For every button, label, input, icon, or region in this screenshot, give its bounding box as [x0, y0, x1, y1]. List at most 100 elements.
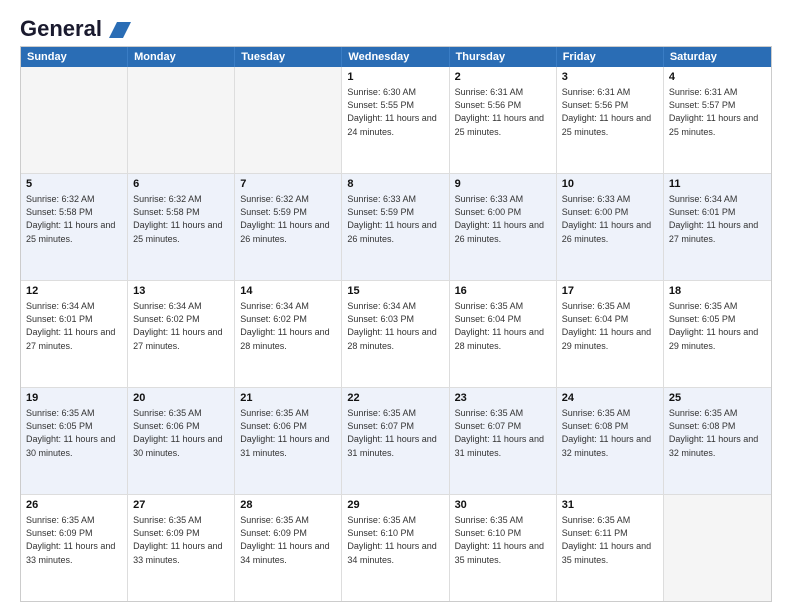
header: General [20, 18, 772, 38]
calendar: SundayMondayTuesdayWednesdayThursdayFrid… [20, 46, 772, 602]
page: General SundayMondayTuesdayWednesdayThur… [0, 0, 792, 612]
calendar-cell: 25 Sunrise: 6:35 AM Sunset: 6:08 PM Dayli… [664, 388, 771, 494]
calendar-cell: 5 Sunrise: 6:32 AM Sunset: 5:58 PM Daylig… [21, 174, 128, 280]
calendar-cell: 8 Sunrise: 6:33 AM Sunset: 5:59 PM Daylig… [342, 174, 449, 280]
day-number: 18 [669, 284, 766, 299]
cell-info: Sunrise: 6:34 AM Sunset: 6:01 PM Dayligh… [26, 301, 115, 350]
cell-info: Sunrise: 6:35 AM Sunset: 6:10 PM Dayligh… [347, 515, 436, 564]
day-number: 31 [562, 498, 658, 513]
day-number: 30 [455, 498, 551, 513]
cell-info: Sunrise: 6:35 AM Sunset: 6:10 PM Dayligh… [455, 515, 544, 564]
logo-icon [109, 22, 131, 38]
day-number: 11 [669, 177, 766, 192]
day-number: 27 [133, 498, 229, 513]
day-number: 3 [562, 70, 658, 85]
cell-info: Sunrise: 6:35 AM Sunset: 6:08 PM Dayligh… [669, 408, 758, 457]
calendar-cell: 26 Sunrise: 6:35 AM Sunset: 6:09 PM Dayli… [21, 495, 128, 601]
calendar-cell: 14Sunrise: 6:34 AM Sunset: 6:02 PM Dayli… [235, 281, 342, 387]
cell-info: Sunrise: 6:35 AM Sunset: 6:04 PM Dayligh… [562, 301, 651, 350]
day-number: 15 [347, 284, 443, 299]
day-number: 8 [347, 177, 443, 192]
calendar-cell: 3 Sunrise: 6:31 AM Sunset: 5:56 PM Daylig… [557, 67, 664, 173]
calendar-cell: 20Sunrise: 6:35 AM Sunset: 6:06 PM Dayli… [128, 388, 235, 494]
calendar-row-2: 12 Sunrise: 6:34 AM Sunset: 6:01 PM Dayli… [21, 280, 771, 387]
weekday-header-wednesday: Wednesday [342, 47, 449, 67]
calendar-body: 1 Sunrise: 6:30 AM Sunset: 5:55 PM Daylig… [21, 67, 771, 601]
calendar-cell: 10 Sunrise: 6:33 AM Sunset: 6:00 PM Dayli… [557, 174, 664, 280]
calendar-cell: 22 Sunrise: 6:35 AM Sunset: 6:07 PM Dayli… [342, 388, 449, 494]
cell-info: Sunrise: 6:35 AM Sunset: 6:07 PM Dayligh… [347, 408, 436, 457]
calendar-cell: 12 Sunrise: 6:34 AM Sunset: 6:01 PM Dayli… [21, 281, 128, 387]
day-number: 24 [562, 391, 658, 406]
cell-info: Sunrise: 6:34 AM Sunset: 6:02 PM Dayligh… [240, 301, 329, 350]
day-number: 13 [133, 284, 229, 299]
cell-info: Sunrise: 6:35 AM Sunset: 6:04 PM Dayligh… [455, 301, 544, 350]
calendar-cell [235, 67, 342, 173]
cell-info: Sunrise: 6:30 AM Sunset: 5:55 PM Dayligh… [347, 87, 436, 136]
calendar-row-4: 26 Sunrise: 6:35 AM Sunset: 6:09 PM Dayli… [21, 494, 771, 601]
cell-info: Sunrise: 6:35 AM Sunset: 6:07 PM Dayligh… [455, 408, 544, 457]
calendar-row-3: 19 Sunrise: 6:35 AM Sunset: 6:05 PM Dayli… [21, 387, 771, 494]
calendar-cell: 16 Sunrise: 6:35 AM Sunset: 6:04 PM Dayli… [450, 281, 557, 387]
day-number: 1 [347, 70, 443, 85]
weekday-header-tuesday: Tuesday [235, 47, 342, 67]
weekday-header-thursday: Thursday [450, 47, 557, 67]
calendar-cell: 17 Sunrise: 6:35 AM Sunset: 6:04 PM Dayli… [557, 281, 664, 387]
calendar-cell: 19 Sunrise: 6:35 AM Sunset: 6:05 PM Dayli… [21, 388, 128, 494]
logo-text: General [20, 18, 132, 40]
day-number: 6 [133, 177, 229, 192]
cell-info: Sunrise: 6:32 AM Sunset: 5:58 PM Dayligh… [26, 194, 115, 243]
calendar-cell: 9 Sunrise: 6:33 AM Sunset: 6:00 PM Daylig… [450, 174, 557, 280]
calendar-cell: 7 Sunrise: 6:32 AM Sunset: 5:59 PM Daylig… [235, 174, 342, 280]
day-number: 9 [455, 177, 551, 192]
day-number: 17 [562, 284, 658, 299]
calendar-cell: 6 Sunrise: 6:32 AM Sunset: 5:58 PM Daylig… [128, 174, 235, 280]
cell-info: Sunrise: 6:33 AM Sunset: 6:00 PM Dayligh… [562, 194, 651, 243]
calendar-cell: 27 Sunrise: 6:35 AM Sunset: 6:09 PM Dayli… [128, 495, 235, 601]
day-number: 25 [669, 391, 766, 406]
cell-info: Sunrise: 6:35 AM Sunset: 6:05 PM Dayligh… [26, 408, 115, 457]
cell-info: Sunrise: 6:35 AM Sunset: 6:05 PM Dayligh… [669, 301, 758, 350]
cell-info: Sunrise: 6:34 AM Sunset: 6:01 PM Dayligh… [669, 194, 758, 243]
day-number: 12 [26, 284, 122, 299]
cell-info: Sunrise: 6:32 AM Sunset: 5:58 PM Dayligh… [133, 194, 222, 243]
weekday-header-saturday: Saturday [664, 47, 771, 67]
calendar-cell [664, 495, 771, 601]
cell-info: Sunrise: 6:35 AM Sunset: 6:11 PM Dayligh… [562, 515, 651, 564]
cell-info: Sunrise: 6:33 AM Sunset: 6:00 PM Dayligh… [455, 194, 544, 243]
calendar-header: SundayMondayTuesdayWednesdayThursdayFrid… [21, 47, 771, 67]
day-number: 23 [455, 391, 551, 406]
day-number: 7 [240, 177, 336, 192]
day-number: 28 [240, 498, 336, 513]
calendar-cell: 30 Sunrise: 6:35 AM Sunset: 6:10 PM Dayli… [450, 495, 557, 601]
day-number: 19 [26, 391, 122, 406]
calendar-cell: 21Sunrise: 6:35 AM Sunset: 6:06 PM Dayli… [235, 388, 342, 494]
calendar-cell [128, 67, 235, 173]
day-number: 16 [455, 284, 551, 299]
weekday-header-friday: Friday [557, 47, 664, 67]
cell-info: Sunrise: 6:34 AM Sunset: 6:02 PM Dayligh… [133, 301, 222, 350]
calendar-cell: 2 Sunrise: 6:31 AM Sunset: 5:56 PM Daylig… [450, 67, 557, 173]
day-number: 5 [26, 177, 122, 192]
cell-info: Sunrise: 6:35 AM Sunset: 6:09 PM Dayligh… [26, 515, 115, 564]
calendar-cell: 29 Sunrise: 6:35 AM Sunset: 6:10 PM Dayli… [342, 495, 449, 601]
cell-info: Sunrise: 6:35 AM Sunset: 6:09 PM Dayligh… [133, 515, 222, 564]
day-number: 26 [26, 498, 122, 513]
day-number: 10 [562, 177, 658, 192]
cell-info: Sunrise: 6:31 AM Sunset: 5:56 PM Dayligh… [455, 87, 544, 136]
cell-info: Sunrise: 6:31 AM Sunset: 5:56 PM Dayligh… [562, 87, 651, 136]
day-number: 22 [347, 391, 443, 406]
cell-info: Sunrise: 6:33 AM Sunset: 5:59 PM Dayligh… [347, 194, 436, 243]
logo: General [20, 18, 132, 38]
calendar-cell: 24 Sunrise: 6:35 AM Sunset: 6:08 PM Dayli… [557, 388, 664, 494]
calendar-row-1: 5 Sunrise: 6:32 AM Sunset: 5:58 PM Daylig… [21, 173, 771, 280]
day-number: 29 [347, 498, 443, 513]
day-number: 21 [240, 391, 336, 406]
cell-info: Sunrise: 6:31 AM Sunset: 5:57 PM Dayligh… [669, 87, 758, 136]
calendar-row-0: 1 Sunrise: 6:30 AM Sunset: 5:55 PM Daylig… [21, 67, 771, 173]
cell-info: Sunrise: 6:32 AM Sunset: 5:59 PM Dayligh… [240, 194, 329, 243]
cell-info: Sunrise: 6:35 AM Sunset: 6:08 PM Dayligh… [562, 408, 651, 457]
calendar-cell: 18 Sunrise: 6:35 AM Sunset: 6:05 PM Dayli… [664, 281, 771, 387]
day-number: 2 [455, 70, 551, 85]
calendar-cell: 13 Sunrise: 6:34 AM Sunset: 6:02 PM Dayli… [128, 281, 235, 387]
